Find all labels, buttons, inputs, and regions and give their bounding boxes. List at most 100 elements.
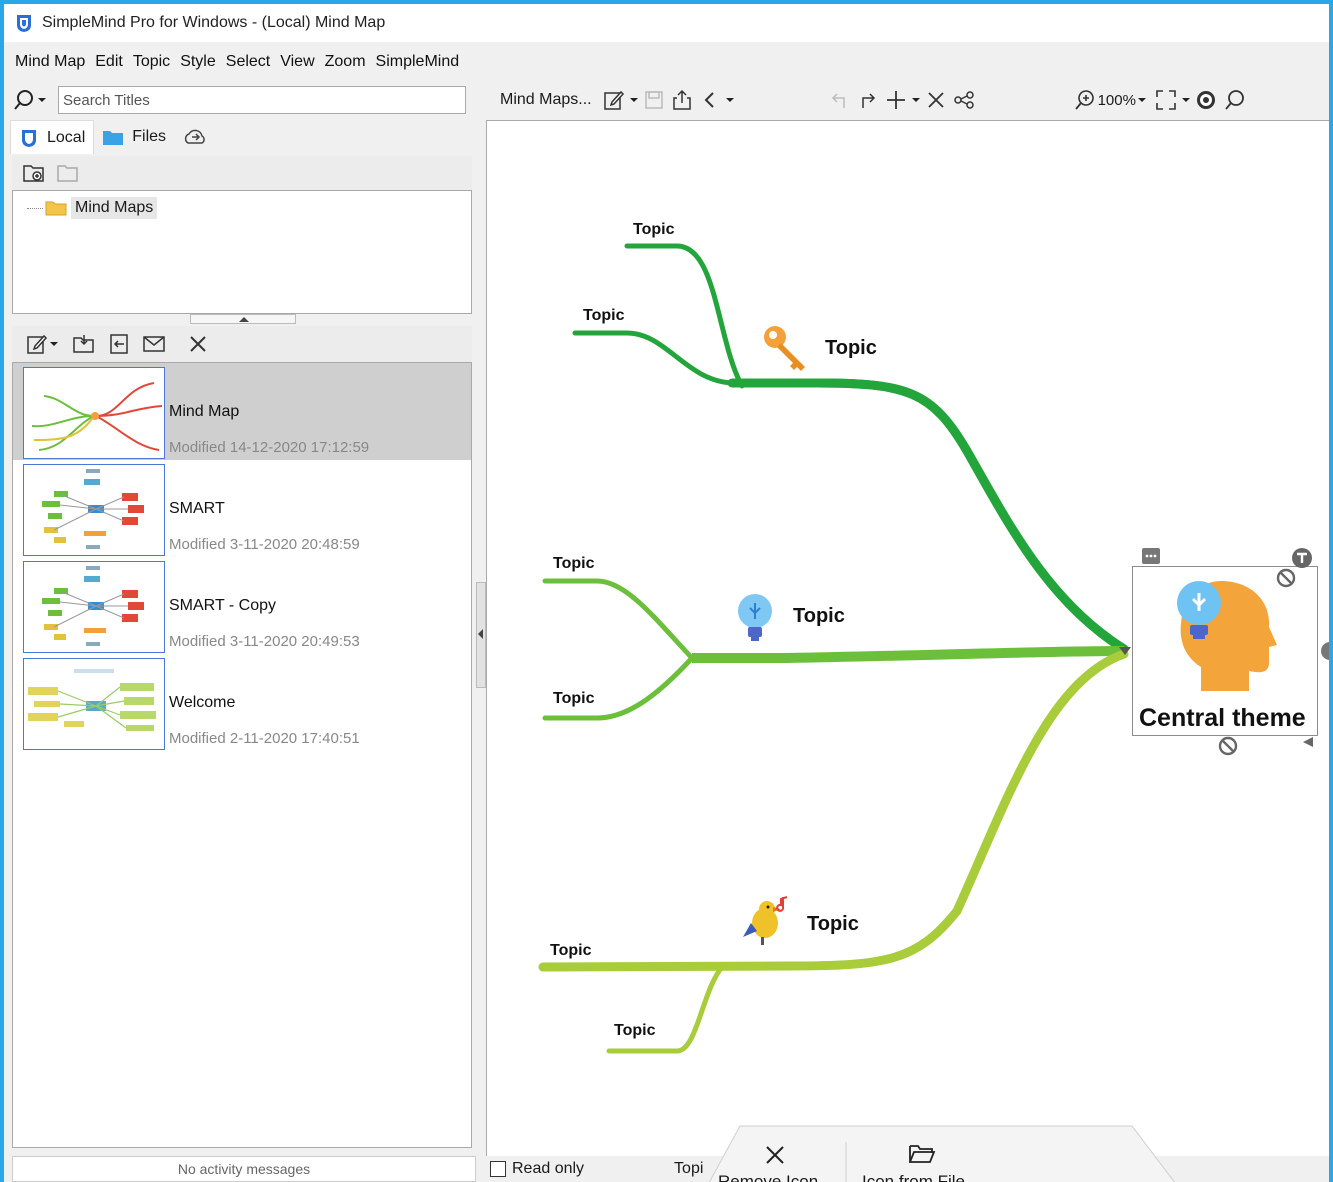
menu-select[interactable]: Select [221,49,275,75]
tab-files[interactable]: Files [94,120,174,154]
remove-icon-button[interactable]: Remove Icon [718,1172,818,1182]
move-icon[interactable] [72,333,96,355]
redo-button[interactable] [854,86,882,114]
focus-button[interactable] [1192,86,1220,114]
topic-label[interactable]: Topic [614,1022,655,1040]
chevron-down-icon[interactable] [628,94,640,106]
text-style-icon[interactable] [1291,547,1313,569]
branch-mid [692,646,1125,664]
document-thumbnail [23,561,165,653]
key-icon [764,326,805,371]
relation-button[interactable] [950,86,978,114]
topic-label[interactable]: Topic [793,605,845,628]
topic-label[interactable]: Topic [550,942,591,960]
target-icon [1196,91,1215,109]
zoom-in-button[interactable] [1070,86,1098,114]
save-icon [644,91,663,109]
chevron-down-icon[interactable] [910,94,922,106]
list-item[interactable]: Mind Map Modified 14-12-2020 17:12:59 [13,363,471,460]
menu-edit[interactable]: Edit [90,49,128,75]
more-icon[interactable] [1141,547,1161,565]
branch-top-child-2 [572,330,738,386]
edit-button[interactable] [600,86,628,114]
tree-item-mind-maps[interactable]: Mind Maps [27,197,158,219]
menu-mind-map[interactable]: Mind Map [10,49,90,75]
window-title: SimpleMind Pro for Windows - (Local) Min… [42,14,386,31]
folder-properties-icon[interactable] [56,162,80,184]
tab-local[interactable]: Local [10,120,95,154]
list-item[interactable]: Welcome Modified 2-11-2020 17:40:51 [13,654,471,751]
find-button[interactable] [1220,86,1248,114]
document-modified: Modified 3-11-2020 20:48:59 [169,536,360,553]
new-document-icon [27,334,48,354]
menu-zoom[interactable]: Zoom [320,49,371,75]
breadcrumb[interactable]: Mind Maps... [500,91,592,109]
chevron-down-icon [38,98,46,102]
relation-icon [953,91,974,109]
chevron-down-icon[interactable] [1180,94,1192,106]
document-name: SMART - Copy [169,597,276,614]
import-icon[interactable] [108,333,130,355]
collapse-arrow-icon[interactable] [1301,735,1315,749]
chevron-left-icon [704,92,714,108]
menu-view[interactable]: View [275,49,319,75]
branch-top [732,378,1127,653]
document-thumbnail [23,464,165,556]
topic-label[interactable]: Topic [633,221,674,239]
chevron-down-icon[interactable] [1136,94,1148,106]
topic-label[interactable]: Topic [553,690,594,708]
remove-icon[interactable] [1217,735,1239,757]
menu-style[interactable]: Style [175,49,221,75]
new-mind-map-button[interactable] [26,333,60,355]
document-toolbar [12,326,472,362]
icon-from-file-button[interactable]: Icon from File [862,1172,965,1182]
cloud-sync-icon [184,129,205,144]
app-window: SimpleMind Pro for Windows - (Local) Min… [4,4,1329,1182]
topic-label[interactable]: Topic [583,307,624,325]
menu-topic[interactable]: Topic [128,49,175,75]
topic-label[interactable]: Topic [807,913,859,936]
list-item[interactable]: SMART - Copy Modified 3-11-2020 20:49:53 [13,557,471,654]
plus-icon [886,91,905,109]
new-folder-icon[interactable] [22,162,46,184]
undo-button[interactable] [826,86,854,114]
search-options-button[interactable] [12,88,58,112]
sidebar-collapse-handle[interactable] [476,582,486,688]
central-topic[interactable]: Central theme [1132,566,1318,736]
panel-splitter[interactable] [190,314,296,324]
search-bar [4,82,478,118]
menu-bar: Mind Map Edit Topic Style Select View Zo… [4,44,464,80]
delete-icon[interactable] [188,334,208,354]
chevron-down-icon [50,342,58,346]
tab-cloud[interactable] [174,120,224,154]
topic-label[interactable]: Topic [825,337,877,360]
activity-status: No activity messages [12,1156,476,1182]
share-button[interactable] [668,86,696,114]
icon-popup: Remove Icon Icon from File [704,1122,1184,1182]
no-icon[interactable] [1275,567,1297,589]
save-button[interactable] [640,86,668,114]
tree-connector [27,207,43,209]
topic-label[interactable]: Topic [553,555,594,573]
read-only-checkbox[interactable] [490,1161,506,1177]
zoom-in-icon [1074,90,1094,110]
open-folder-icon [909,1145,936,1163]
document-modified: Modified 2-11-2020 17:40:51 [169,730,360,747]
delete-topic-button[interactable] [922,86,950,114]
files-icon [103,131,124,145]
mind-map-canvas[interactable]: Topic Topic Topic Topic Topic Topic Topi… [486,120,1329,1156]
singing-bird-icon [743,896,788,945]
fit-to-screen-button[interactable] [1152,86,1180,114]
search-titles-input[interactable] [58,86,466,114]
right-handle-icon[interactable] [1319,641,1329,661]
document-name: Welcome [169,694,236,711]
chevron-down-icon[interactable] [724,94,736,106]
back-button[interactable] [696,86,724,114]
menu-simplemind[interactable]: SimpleMind [371,49,465,75]
storage-tabs: Local Files [10,118,472,156]
add-topic-button[interactable] [882,86,910,114]
zoom-level[interactable]: 100% [1098,92,1136,109]
mail-icon[interactable] [142,334,166,354]
list-item[interactable]: SMART Modified 3-11-2020 20:48:59 [13,460,471,557]
document-thumbnail [23,658,165,750]
